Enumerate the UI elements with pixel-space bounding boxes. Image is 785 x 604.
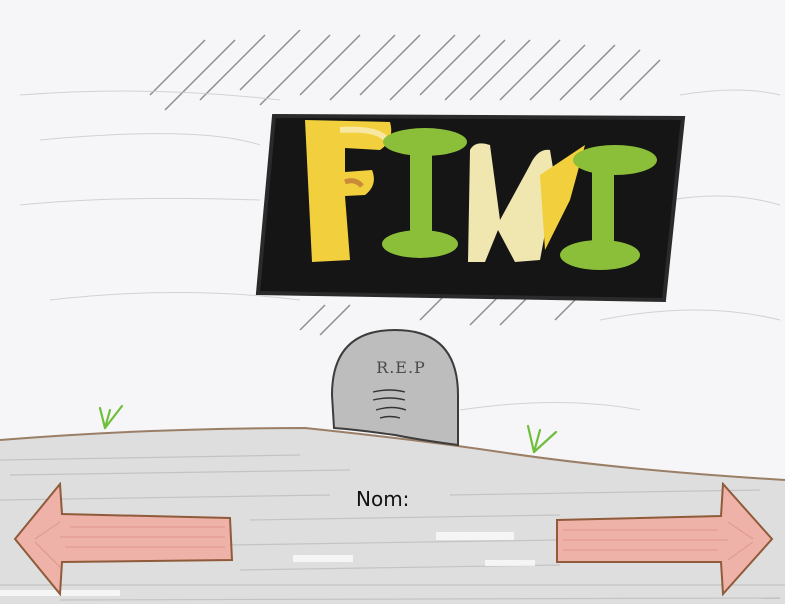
end-screen: R.E.P Nom: [0, 0, 785, 604]
fin-sign [255, 113, 686, 303]
tombstone-inscription: R.E.P [376, 358, 426, 377]
next-button[interactable] [553, 482, 777, 596]
arrow-right-icon [556, 482, 774, 596]
arrow-left-icon [13, 482, 234, 596]
previous-button[interactable] [10, 482, 234, 596]
name-label: Nom: [356, 487, 410, 511]
tombstone [330, 328, 459, 447]
